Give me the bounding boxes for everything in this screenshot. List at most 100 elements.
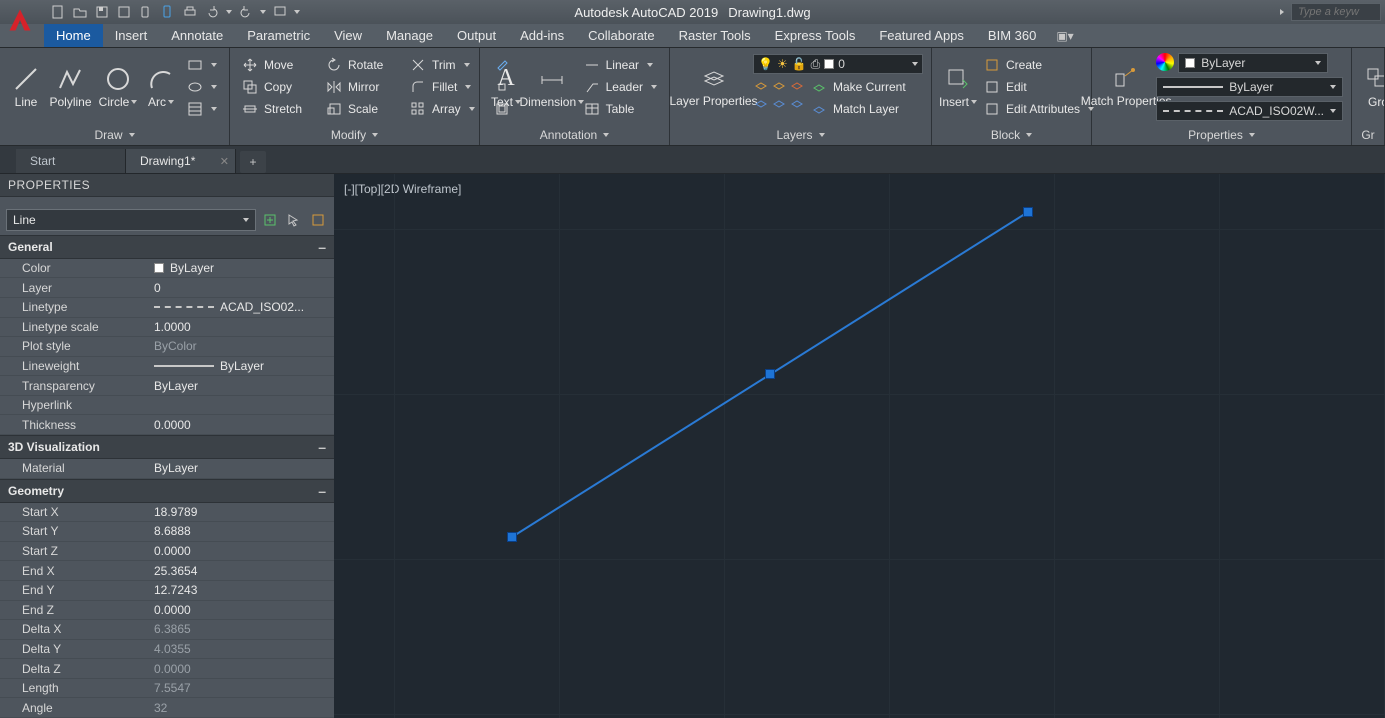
panel-title-properties[interactable]: Properties xyxy=(1092,125,1351,145)
open-icon[interactable] xyxy=(72,4,88,20)
insert-button[interactable]: Insert xyxy=(940,63,976,111)
trim-button[interactable]: Trim xyxy=(406,55,486,75)
color-select[interactable]: ByLayer xyxy=(1178,53,1328,73)
prop-endy[interactable]: 12.7243 xyxy=(150,583,334,597)
create-button[interactable]: Create xyxy=(980,55,1098,75)
ribbon-tab-home[interactable]: Home xyxy=(44,24,103,47)
rectangle-button[interactable] xyxy=(183,55,221,75)
select-objects-icon[interactable] xyxy=(284,210,304,230)
prop-linetype[interactable]: ACAD_ISO02... xyxy=(150,300,334,314)
grip-mid[interactable] xyxy=(765,369,775,379)
toggle-pickadd-icon[interactable] xyxy=(260,210,280,230)
redo-icon[interactable] xyxy=(238,4,254,20)
match-properties-button[interactable]: Match Properties xyxy=(1100,63,1152,110)
plot-icon[interactable] xyxy=(182,4,198,20)
table-button[interactable]: Table xyxy=(580,99,661,119)
circle-button[interactable]: Circle xyxy=(97,63,139,111)
file-tab-drawing[interactable]: Drawing1*✕ xyxy=(126,149,236,173)
hatch-button[interactable] xyxy=(183,99,221,119)
group-button[interactable]: Gro xyxy=(1360,63,1385,111)
match-layer-button[interactable]: Match Layer xyxy=(807,99,917,119)
make-current-button[interactable]: Make Current xyxy=(807,77,917,97)
undo-icon[interactable] xyxy=(204,4,220,20)
linetype-select[interactable]: ACAD_ISO02W... xyxy=(1156,101,1343,121)
dimension-button[interactable]: Dimension xyxy=(528,63,576,111)
search-input[interactable] xyxy=(1291,3,1381,21)
layer-properties-button[interactable]: Layer Properties xyxy=(678,63,749,110)
color-wheel-icon[interactable] xyxy=(1156,53,1174,71)
grip-end[interactable] xyxy=(1023,207,1033,217)
save-icon[interactable] xyxy=(94,4,110,20)
move-button[interactable]: Move xyxy=(238,55,318,75)
layer-unlock-icon[interactable] xyxy=(789,95,805,111)
drawing-canvas[interactable]: [-][Top][2D Wireframe] xyxy=(334,174,1385,718)
mirror-button[interactable]: Mirror xyxy=(322,77,402,97)
layer-off-icon[interactable] xyxy=(753,95,769,111)
copy-button[interactable]: Copy xyxy=(238,77,318,97)
stretch-button[interactable]: Stretch xyxy=(238,99,318,119)
arc-button[interactable]: Arc xyxy=(143,63,179,111)
prop-transparency[interactable]: ByLayer xyxy=(150,379,334,393)
ribbon-tab-collaborate[interactable]: Collaborate xyxy=(576,24,667,47)
panel-title-layers[interactable]: Layers xyxy=(670,125,931,145)
scale-button[interactable]: Scale xyxy=(322,99,402,119)
panel-title-draw[interactable]: Draw xyxy=(0,125,229,145)
polyline-button[interactable]: Polyline xyxy=(48,63,93,111)
ribbon-tab-featured[interactable]: Featured Apps xyxy=(867,24,976,47)
panel-title-block[interactable]: Block xyxy=(932,125,1091,145)
leader-button[interactable]: Leader xyxy=(580,77,661,97)
prop-material[interactable]: ByLayer xyxy=(150,461,334,475)
titlebar-more-icon[interactable] xyxy=(1280,9,1284,15)
ribbon-tab-raster[interactable]: Raster Tools xyxy=(667,24,763,47)
prop-starty[interactable]: 8.6888 xyxy=(150,524,334,538)
ribbon-tab-manage[interactable]: Manage xyxy=(374,24,445,47)
selected-line[interactable] xyxy=(334,174,1385,718)
panel-title-groups[interactable]: Gr xyxy=(1352,125,1384,145)
prop-endz[interactable]: 0.0000 xyxy=(150,603,334,617)
panel-title-modify[interactable]: Modify xyxy=(230,125,479,145)
saveas-icon[interactable] xyxy=(116,4,132,20)
new-icon[interactable] xyxy=(50,4,66,20)
panel-title-annotation[interactable]: Annotation xyxy=(480,125,669,145)
layer-iso-icon[interactable] xyxy=(753,77,769,93)
web-mobile-icon[interactable] xyxy=(138,4,154,20)
fillet-button[interactable]: Fillet xyxy=(406,77,486,97)
close-icon[interactable]: ✕ xyxy=(220,155,229,168)
section-geometry[interactable]: Geometry– xyxy=(0,479,334,503)
linear-button[interactable]: Linear xyxy=(580,55,661,75)
layer-lock-icon[interactable] xyxy=(771,95,787,111)
cloud-icon[interactable] xyxy=(160,4,176,20)
ellipse-button[interactable] xyxy=(183,77,221,97)
grip-start[interactable] xyxy=(507,532,517,542)
ribbon-tab-express[interactable]: Express Tools xyxy=(763,24,868,47)
app-menu-button[interactable] xyxy=(0,0,40,40)
ribbon-tab-annotate[interactable]: Annotate xyxy=(159,24,235,47)
ribbon-tab-options-icon[interactable]: ▣▾ xyxy=(1050,25,1079,47)
qat-more-icon[interactable] xyxy=(272,4,288,20)
layer-thaw-icon[interactable] xyxy=(789,77,805,93)
prop-layer[interactable]: 0 xyxy=(150,281,334,295)
ribbon-tab-addins[interactable]: Add-ins xyxy=(508,24,576,47)
ribbon-tab-parametric[interactable]: Parametric xyxy=(235,24,322,47)
file-tab-add[interactable]: + xyxy=(240,151,266,173)
line-button[interactable]: Line xyxy=(8,63,44,111)
redo-drop-icon[interactable] xyxy=(260,10,266,14)
qat-dropdown-icon[interactable] xyxy=(294,10,300,14)
section-3dviz[interactable]: 3D Visualization– xyxy=(0,435,334,459)
quick-select-icon[interactable] xyxy=(308,210,328,230)
array-button[interactable]: Array xyxy=(406,99,486,119)
rotate-button[interactable]: Rotate xyxy=(322,55,402,75)
prop-startz[interactable]: 0.0000 xyxy=(150,544,334,558)
layer-dropdown[interactable]: 💡 ☀ 🔓 ⎙ 0 xyxy=(753,54,923,74)
undo-drop-icon[interactable] xyxy=(226,10,232,14)
prop-startx[interactable]: 18.9789 xyxy=(150,505,334,519)
prop-color[interactable]: ByLayer xyxy=(150,261,334,275)
ribbon-tab-output[interactable]: Output xyxy=(445,24,508,47)
prop-lineweight[interactable]: ByLayer xyxy=(150,359,334,373)
section-general[interactable]: General– xyxy=(0,235,334,259)
lineweight-select[interactable]: ByLayer xyxy=(1156,77,1343,97)
ribbon-tab-view[interactable]: View xyxy=(322,24,374,47)
ribbon-tab-insert[interactable]: Insert xyxy=(103,24,160,47)
prop-thickness[interactable]: 0.0000 xyxy=(150,418,334,432)
ribbon-tab-bim360[interactable]: BIM 360 xyxy=(976,24,1048,47)
